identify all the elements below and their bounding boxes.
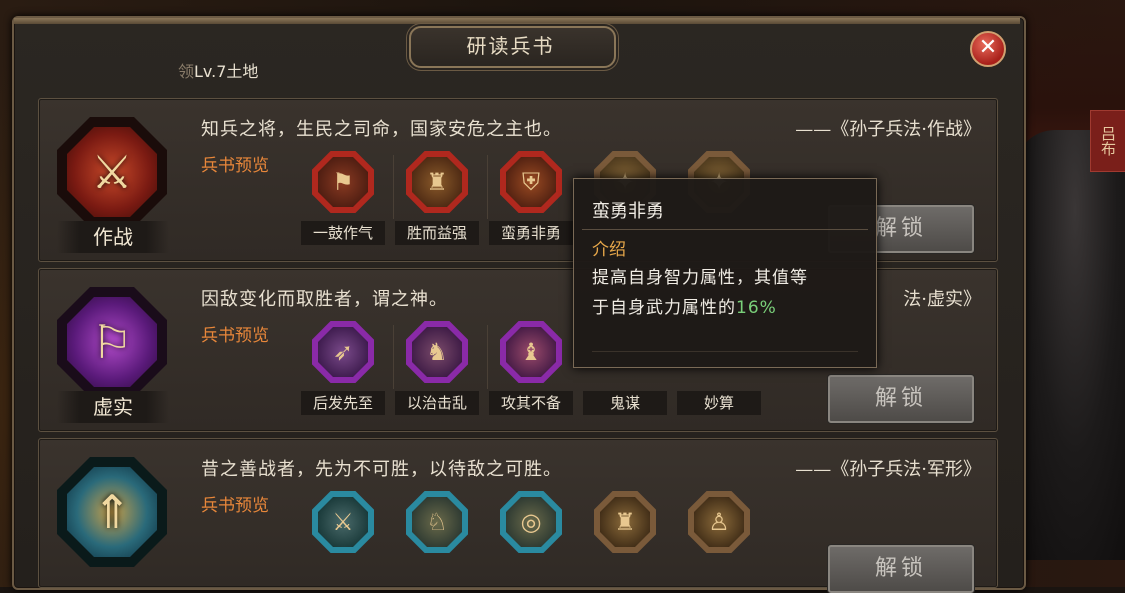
general-name-seal: 吕布 <box>1090 110 1125 172</box>
book-card-junxing: ⇑ 昔之善战者，先为不可胜，以待敌之可胜。 ——《孙子兵法·军形》 兵书预览 ⚔… <box>38 438 998 593</box>
strategist-icon: ♙ <box>694 497 744 547</box>
tooltip-percent: 16% <box>736 298 777 318</box>
preview-label: 兵书预览 <box>201 496 269 516</box>
sword-slash-icon: ➶ <box>318 327 368 377</box>
skill-name: 一鼓作气 <box>301 221 385 245</box>
unlock-button[interactable]: 解锁 <box>828 545 974 593</box>
divider <box>487 325 488 389</box>
book-quote: 知兵之将，生民之司命，国家安危之主也。 <box>201 119 562 140</box>
war-banner-icon[interactable]: ⚐ <box>57 287 167 397</box>
book-source: 法·虚实》 <box>903 289 981 310</box>
divider <box>393 325 394 389</box>
tooltip-description: 提高自身智力属性，其值等 于自身武力属性的16% <box>592 263 862 323</box>
category-label: 虚实 <box>57 391 169 423</box>
divider <box>393 155 394 219</box>
category-label: 作战 <box>57 221 169 253</box>
horse-icon: ♘ <box>412 497 462 547</box>
book-quote: 因敌变化而取胜者，谓之神。 <box>201 289 448 310</box>
skill-name: 以治击乱 <box>395 391 479 415</box>
book-quote: 昔之善战者，先为不可胜，以待敌之可胜。 <box>201 459 562 480</box>
skill-tooltip: 蛮勇非勇 介绍 提高自身智力属性，其值等 于自身武力属性的16% <box>573 178 877 368</box>
tooltip-divider <box>582 229 868 230</box>
war-drum-icon: ⚑ <box>318 157 368 207</box>
shield-spear-icon: ⛨ <box>506 157 556 207</box>
skill-name: 胜而益强 <box>395 221 479 245</box>
land-prefix: 领 <box>178 62 195 81</box>
tooltip-footer-divider <box>592 351 858 352</box>
tooltip-section-label: 介绍 <box>592 240 626 260</box>
charge-icon: ♝ <box>506 327 556 377</box>
shield-arrow-icon[interactable]: ⇑ <box>57 457 167 567</box>
tooltip-line-1: 提高自身智力属性，其值等 <box>592 268 808 288</box>
skill-name: 蛮勇非勇 <box>489 221 573 245</box>
skill-name: 攻其不备 <box>489 391 573 415</box>
tooltip-line-2: 于自身武力属性的16% <box>592 293 862 323</box>
tooltip-title: 蛮勇非勇 <box>592 201 664 222</box>
preview-label: 兵书预览 <box>201 156 269 176</box>
unlock-button[interactable]: 解锁 <box>828 375 974 423</box>
preview-label: 兵书预览 <box>201 326 269 346</box>
book-source: ——《孙子兵法·作战》 <box>795 119 981 140</box>
skill-name: 鬼谋 <box>583 391 667 415</box>
round-shield-icon: ◎ <box>506 497 556 547</box>
dialog-top-border <box>14 18 1020 24</box>
skill-name: 后发先至 <box>301 391 385 415</box>
dialog-title: 研读兵书 <box>466 34 555 58</box>
blade-icon: ⚔ <box>318 497 368 547</box>
divider <box>487 155 488 219</box>
land-level-value: Lv.7土地 <box>194 62 259 81</box>
warrior-icon: ♜ <box>412 157 462 207</box>
skill-name: 妙算 <box>677 391 761 415</box>
book-source: ——《孙子兵法·军形》 <box>795 459 981 480</box>
fortress-icon: ♜ <box>600 497 650 547</box>
general-portrait <box>1015 130 1125 560</box>
archer-icon: ♞ <box>412 327 462 377</box>
land-level: 领Lv.7土地 <box>178 58 258 82</box>
tooltip-line-2-text: 于自身武力属性的 <box>592 298 736 318</box>
close-button[interactable]: ✕ <box>970 31 1006 67</box>
crossed-axes-icon[interactable]: ⚔ <box>57 117 167 227</box>
